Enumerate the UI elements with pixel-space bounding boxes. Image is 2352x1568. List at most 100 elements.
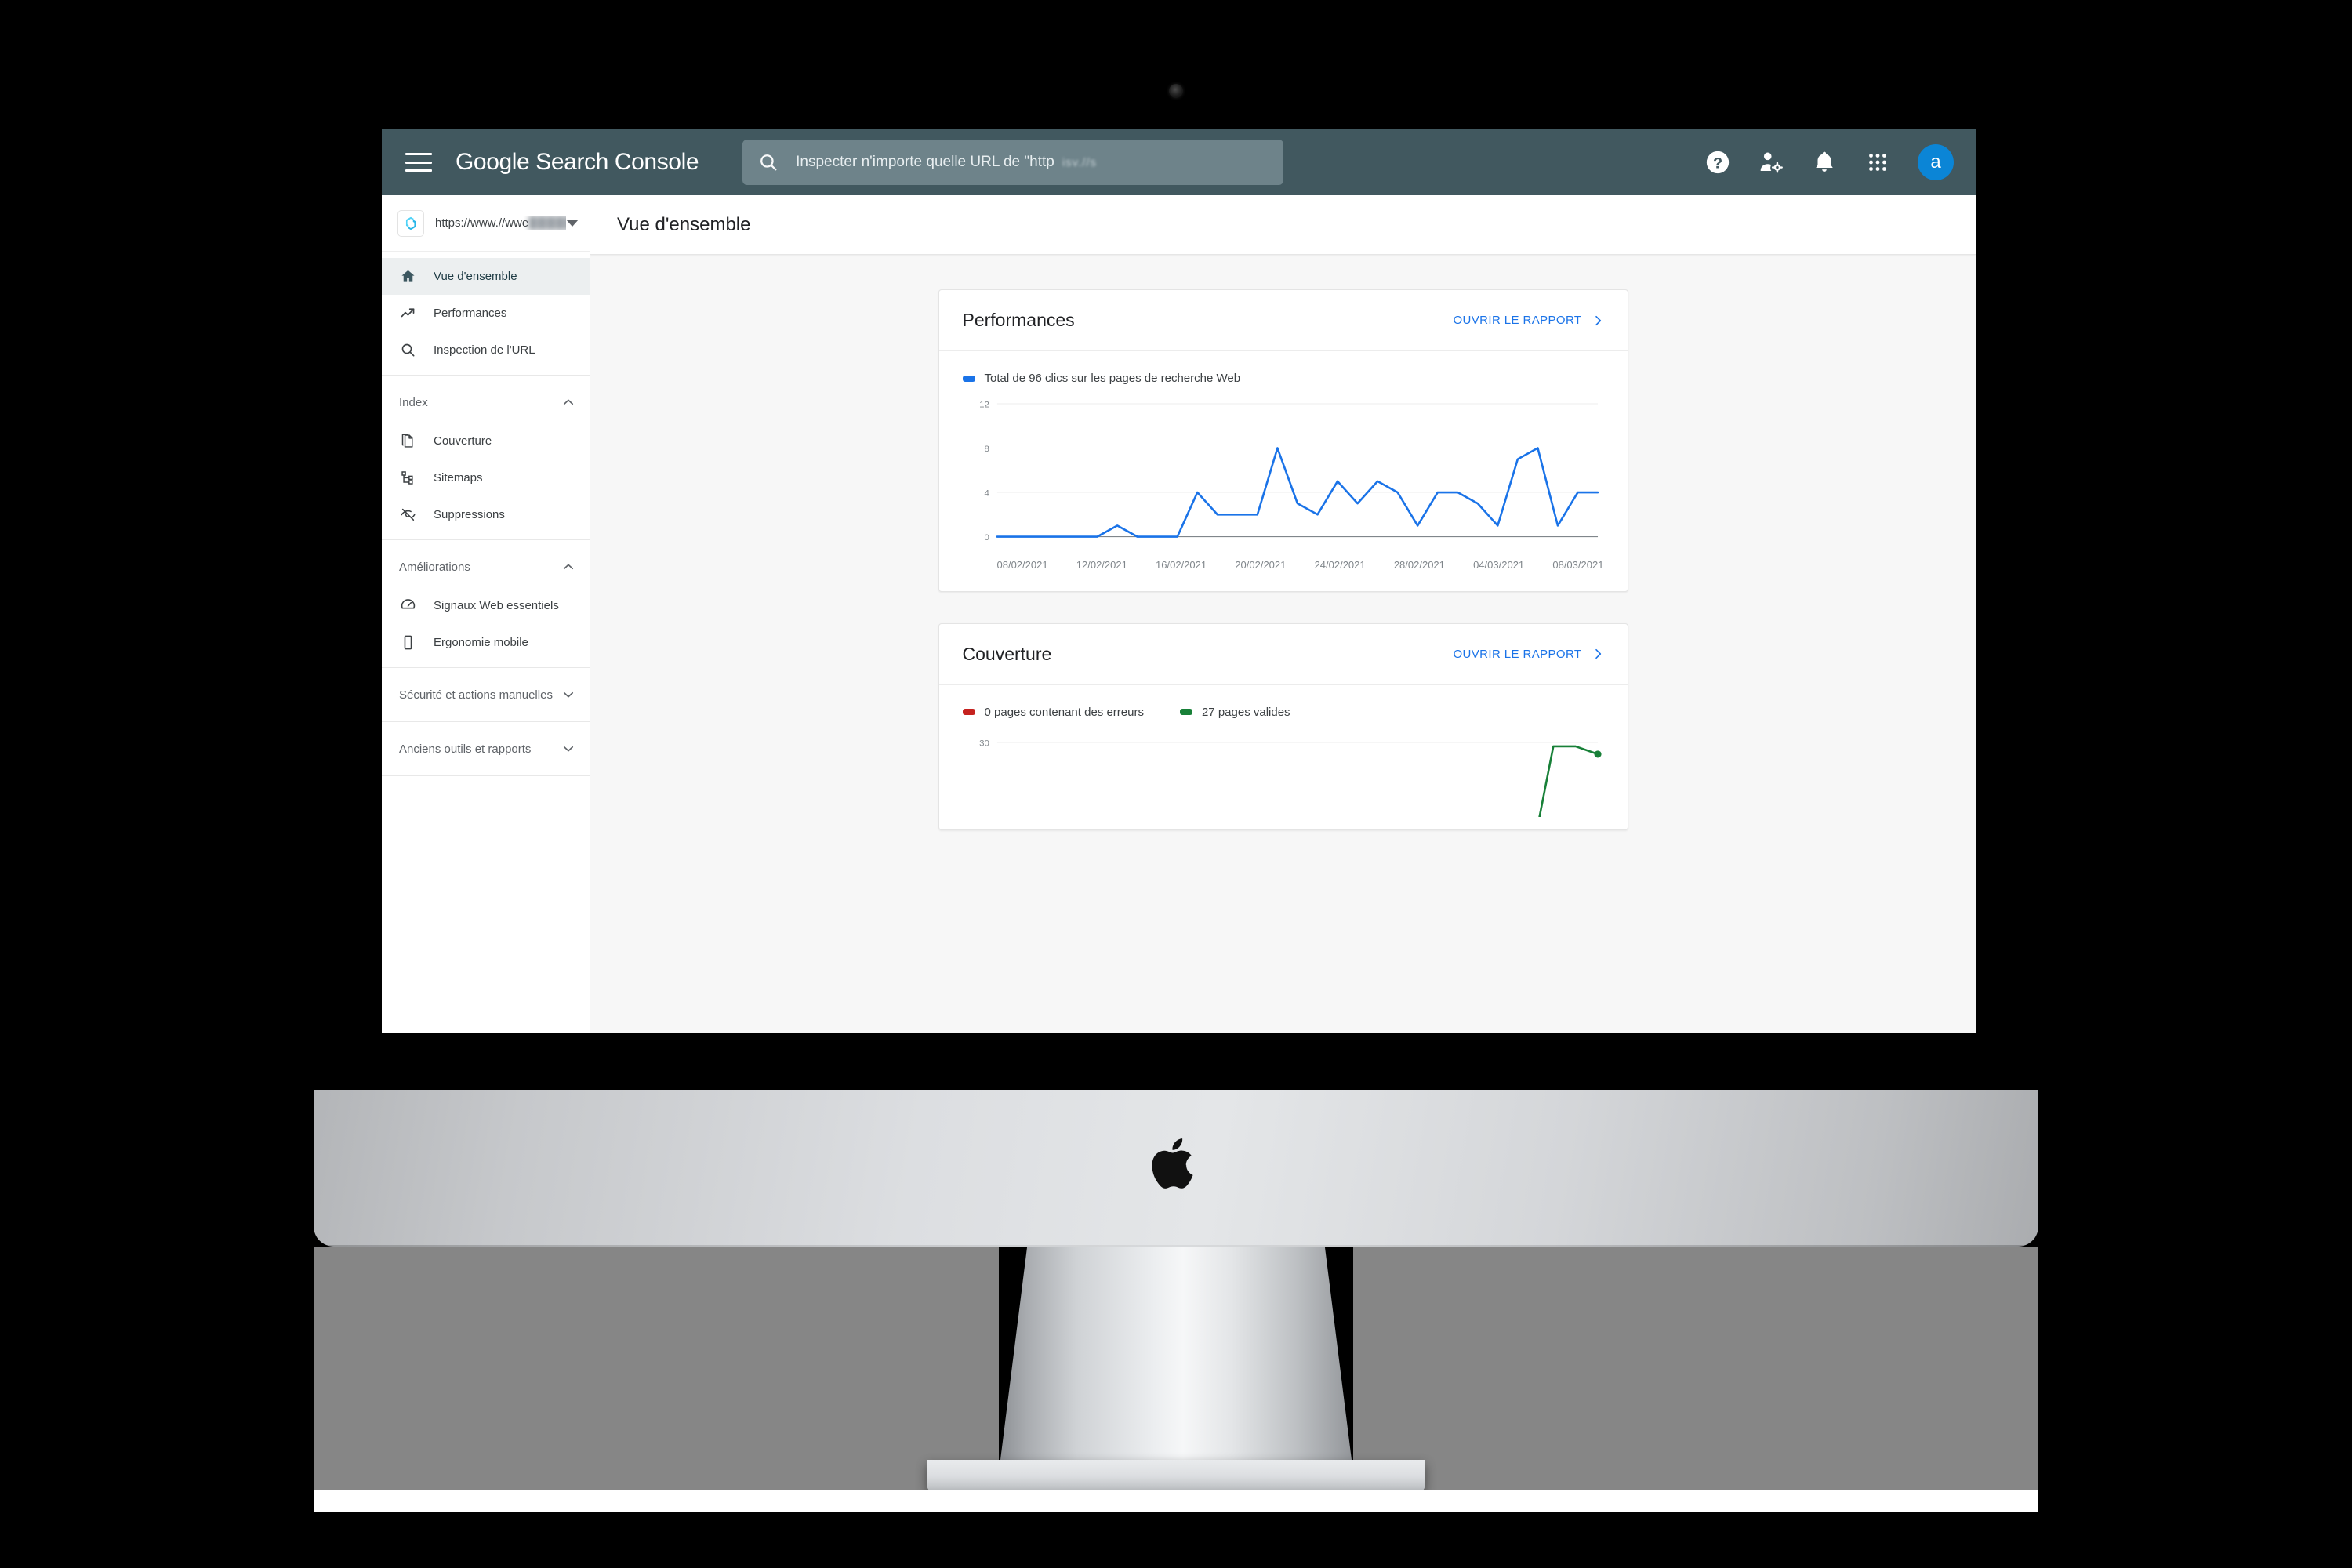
x-axis-tick: 12/02/2021 xyxy=(1076,558,1127,571)
open-report-link-coverage[interactable]: OUVRIR LE RAPPORT xyxy=(1453,648,1603,661)
legend-item-clicks[interactable]: Total de 96 clics sur les pages de reche… xyxy=(962,372,1241,385)
performance-card-body: Total de 96 clics sur les pages de reche… xyxy=(939,351,1628,591)
x-axis-tick: 04/03/2021 xyxy=(1473,558,1525,571)
legend-item-valid[interactable]: 27 pages valides xyxy=(1179,705,1290,719)
sidebar-item-label: Signaux Web essentiels xyxy=(434,599,559,612)
chevron-up-icon[interactable] xyxy=(561,395,575,409)
background-right xyxy=(1353,1247,2038,1490)
speedometer-icon xyxy=(399,597,416,615)
x-axis-tick: 08/03/2021 xyxy=(1552,558,1604,571)
coverage-card-header: Couverture OUVRIR LE RAPPORT xyxy=(938,624,1628,685)
c-hexagon-logo-icon xyxy=(397,209,424,237)
chevron-right-icon xyxy=(1595,315,1601,325)
app-header-bar: Google Search Console Inspecter n'import… xyxy=(382,129,1976,195)
sidebar-group-label: Index xyxy=(399,395,428,409)
sidebar-primary-group: Vue d'ensemble Performances Inspection d… xyxy=(382,252,590,376)
coverage-chart[interactable]: 30 xyxy=(963,731,1604,818)
performance-chart[interactable]: 0 4 8 12 08/02/2021 12/02/2021 16/02/2021 20/0… xyxy=(963,397,1604,579)
search-icon xyxy=(760,154,777,171)
apple-logo-icon xyxy=(1152,1138,1193,1189)
sidebar-group-header-index[interactable]: Index xyxy=(382,382,590,423)
legend-color-swatch xyxy=(962,709,975,715)
notifications-bell-icon[interactable] xyxy=(1811,149,1838,176)
svg-text:0: 0 xyxy=(984,533,989,543)
cards-container: Performances OUVRIR LE RAPPORT Total de … xyxy=(590,255,1976,1033)
avatar[interactable]: a xyxy=(1918,144,1954,180)
sidebar-item-removals[interactable]: Suppressions xyxy=(382,496,590,533)
sidebar-group-index: Index Couverture Sitemaps Suppressions xyxy=(382,376,590,540)
page-header: Vue d'ensemble xyxy=(590,195,1976,255)
chevron-down-icon[interactable] xyxy=(561,688,575,702)
chevron-right-icon xyxy=(1595,648,1601,659)
app-body: https://www.//wwe██████ Vue d'ensemble xyxy=(382,195,1976,1033)
legend-item-errors[interactable]: 0 pages contenant des erreurs xyxy=(962,705,1144,719)
sidebar-item-label: Suppressions xyxy=(434,508,505,521)
sidebar-item-url-inspection[interactable]: Inspection de l'URL xyxy=(382,332,590,368)
sidebar-item-overview[interactable]: Vue d'ensemble xyxy=(382,258,590,295)
performance-chart-svg: 0 4 8 12 xyxy=(979,400,1599,543)
eye-off-icon xyxy=(399,506,416,524)
sidebar-item-label: Performances xyxy=(434,307,507,320)
sidebar-group-label: Anciens outils et rapports xyxy=(399,742,532,756)
search-placeholder-text: Inspecter n'importe quelle URL de "http xyxy=(796,154,1054,170)
sidebar-group-label: Sécurité et actions manuelles xyxy=(399,688,553,702)
sidebar-item-sitemaps[interactable]: Sitemaps xyxy=(382,459,590,496)
sidebar-item-mobile-usability[interactable]: Ergonomie mobile xyxy=(382,624,590,661)
legend-label: Total de 96 clics sur les pages de reche… xyxy=(984,372,1241,385)
coverage-chart-svg: 30 xyxy=(979,739,1602,818)
imac-stand-neck xyxy=(999,1247,1353,1472)
webcam-icon xyxy=(1169,84,1183,98)
desk-surface xyxy=(314,1490,2038,1512)
product-logo-text: Google Search Console xyxy=(456,149,699,175)
sidebar-group-header-enhancements[interactable]: Améliorations xyxy=(382,546,590,587)
property-selector[interactable]: https://www.//wwe██████ xyxy=(382,195,590,252)
performance-xaxis: 08/02/2021 12/02/2021 16/02/2021 20/02/2021… xyxy=(963,554,1604,579)
svg-text:?: ? xyxy=(1713,154,1722,172)
coverage-card: Couverture OUVRIR LE RAPPORT 0 pages con… xyxy=(938,622,1628,831)
pages-copy-icon xyxy=(399,433,416,450)
property-url-redacted: ██████ xyxy=(528,216,566,230)
svg-text:8: 8 xyxy=(984,445,989,454)
sidebar-group-header-security[interactable]: Sécurité et actions manuelles xyxy=(382,674,590,715)
chevron-up-icon[interactable] xyxy=(561,560,575,574)
sidebar-item-performance[interactable]: Performances xyxy=(382,295,590,332)
sidebar-item-label: Inspection de l'URL xyxy=(434,343,535,357)
legend-label: 0 pages contenant des erreurs xyxy=(984,705,1144,719)
svg-text:12: 12 xyxy=(979,400,989,409)
search-icon xyxy=(399,342,416,359)
sidebar-group-legacy-tools: Anciens outils et rapports xyxy=(382,722,590,776)
sidebar-group-label: Améliorations xyxy=(399,560,470,574)
trending-up-icon xyxy=(399,305,416,322)
help-icon[interactable]: ? xyxy=(1704,149,1731,176)
open-report-label: OUVRIR LE RAPPORT xyxy=(1453,647,1582,661)
open-report-link-performance[interactable]: OUVRIR LE RAPPORT xyxy=(1453,314,1603,327)
open-report-label: OUVRIR LE RAPPORT xyxy=(1453,314,1582,327)
sidebar-item-label: Ergonomie mobile xyxy=(434,636,528,649)
svg-text:4: 4 xyxy=(984,489,989,499)
screenshot-stage: Google Search Console Inspecter n'import… xyxy=(0,0,2352,1568)
coverage-card-body: 0 pages contenant des erreurs 27 pages v… xyxy=(939,685,1628,830)
performance-legend: Total de 96 clics sur les pages de reche… xyxy=(962,372,1604,385)
account-settings-icon[interactable] xyxy=(1758,149,1784,176)
coverage-legend: 0 pages contenant des erreurs 27 pages v… xyxy=(962,705,1604,719)
legend-label: 27 pages valides xyxy=(1201,705,1290,719)
sidebar-item-web-vitals[interactable]: Signaux Web essentiels xyxy=(382,587,590,624)
property-url-visible: https://www.//wwe xyxy=(435,216,529,230)
sidebar-item-label: Couverture xyxy=(434,434,492,448)
header-actions: ? a xyxy=(1704,144,1954,180)
property-url-label: https://www.//wwe██████ xyxy=(435,216,566,230)
svg-text:30: 30 xyxy=(979,739,989,748)
card-title: Couverture xyxy=(962,643,1052,664)
page-title: Vue d'ensemble xyxy=(617,213,751,235)
sidebar-item-coverage[interactable]: Couverture xyxy=(382,423,590,459)
chevron-down-icon[interactable] xyxy=(566,220,579,227)
legend-color-swatch xyxy=(962,375,975,382)
chevron-down-icon[interactable] xyxy=(561,742,575,756)
hamburger-menu-icon[interactable] xyxy=(405,153,432,172)
sidebar-item-label: Vue d'ensemble xyxy=(434,270,517,283)
url-inspection-search-bar[interactable]: Inspecter n'importe quelle URL de "http … xyxy=(742,140,1284,185)
home-icon xyxy=(399,268,416,285)
sidebar-group-header-legacy-tools[interactable]: Anciens outils et rapports xyxy=(382,728,590,769)
x-axis-tick: 28/02/2021 xyxy=(1393,558,1445,571)
apps-grid-icon[interactable] xyxy=(1864,149,1891,176)
